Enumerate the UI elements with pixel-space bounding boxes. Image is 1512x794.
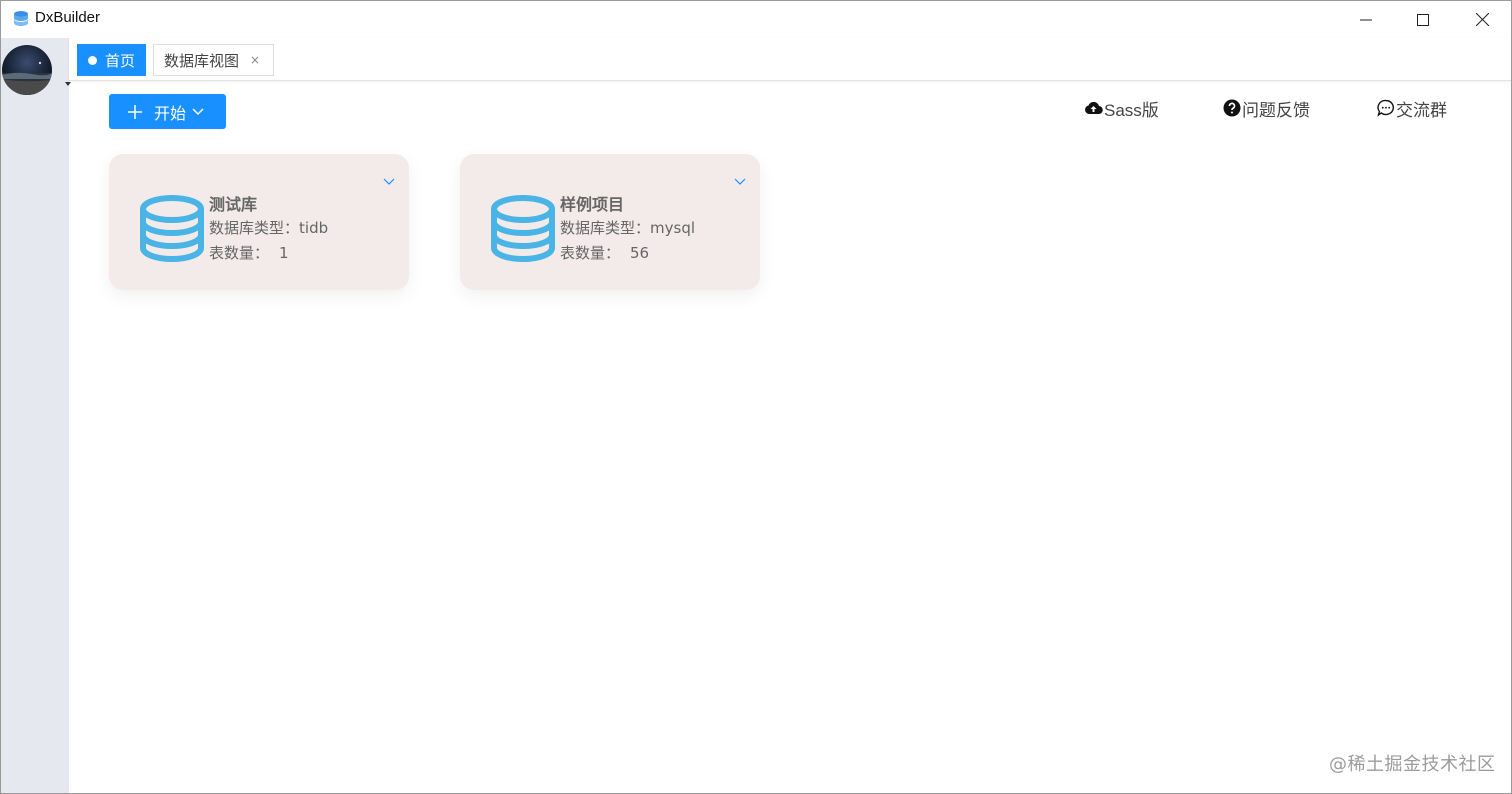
table-count-value: 1	[279, 244, 289, 262]
chat-bubble-icon	[1377, 99, 1395, 117]
avatar-image	[2, 61, 52, 95]
chevron-down-icon	[192, 107, 204, 116]
feedback-link[interactable]: 问题反馈	[1223, 96, 1310, 120]
start-button[interactable]: 开始	[109, 94, 226, 129]
community-group-link[interactable]: 交流群	[1377, 96, 1447, 120]
card-menu-chevron-down-icon[interactable]	[383, 171, 395, 190]
database-type-label: 数据库类型：	[209, 219, 300, 237]
question-circle-icon	[1223, 99, 1241, 117]
database-icon	[140, 195, 204, 262]
start-button-label: 开始	[154, 103, 187, 123]
tab-home[interactable]: 首页	[77, 44, 146, 76]
title-bar: DxBuilder	[1, 1, 1511, 38]
tab-database-view-label: 数据库视图	[164, 51, 240, 70]
database-card[interactable]: 样例项目 数据库类型：mysql 表数量： 56	[460, 154, 760, 290]
window-title: DxBuilder	[35, 9, 101, 26]
tab-database-view[interactable]: 数据库视图 ×	[153, 44, 274, 76]
active-dot-icon	[88, 55, 97, 65]
database-type-line: 数据库类型：mysql	[560, 217, 695, 238]
community-group-label: 交流群	[1396, 100, 1447, 120]
plus-icon	[128, 104, 142, 119]
card-menu-chevron-down-icon[interactable]	[734, 171, 746, 190]
minimize-button[interactable]	[1337, 1, 1395, 38]
database-name: 样例项目	[560, 195, 625, 214]
table-count-label: 表数量：	[560, 244, 621, 262]
cloud-upload-icon	[1085, 101, 1103, 115]
avatar-dropdown-caret-icon[interactable]	[65, 82, 71, 86]
sass-version-link[interactable]: Sass版	[1084, 96, 1159, 120]
table-count-label: 表数量：	[209, 244, 270, 262]
close-window-button[interactable]	[1453, 1, 1511, 38]
database-type-label: 数据库类型：	[560, 219, 651, 237]
database-type-line: 数据库类型：tidb	[209, 217, 328, 238]
minimize-icon	[1360, 19, 1372, 20]
database-type-value: mysql	[650, 219, 696, 237]
feedback-label: 问题反馈	[1242, 100, 1310, 120]
database-card[interactable]: 测试库 数据库类型：tidb 表数量： 1	[109, 154, 409, 290]
sass-version-label: Sass版	[1104, 100, 1159, 120]
table-count-value: 56	[630, 244, 650, 262]
avatar[interactable]	[2, 45, 52, 95]
database-name: 测试库	[209, 195, 258, 214]
table-count-line: 表数量： 1	[209, 242, 289, 263]
app-window: DxBuilder 首页 数据库视图 × 开始 Sass版 问题反馈 交流群 测…	[0, 0, 1512, 794]
tabs-bar: 首页 数据库视图 ×	[69, 38, 1511, 81]
tab-home-label: 首页	[105, 51, 136, 70]
maximize-button[interactable]	[1394, 1, 1452, 38]
close-icon	[1475, 13, 1489, 26]
left-sidebar	[1, 38, 71, 793]
maximize-icon	[1417, 13, 1429, 26]
table-count-line: 表数量： 56	[560, 242, 649, 263]
app-logo-icon	[14, 11, 28, 26]
database-type-value: tidb	[299, 219, 329, 237]
tab-close-icon[interactable]: ×	[250, 53, 260, 67]
database-icon	[491, 195, 555, 262]
watermark: @稀土掘金技术社区	[1329, 754, 1496, 775]
